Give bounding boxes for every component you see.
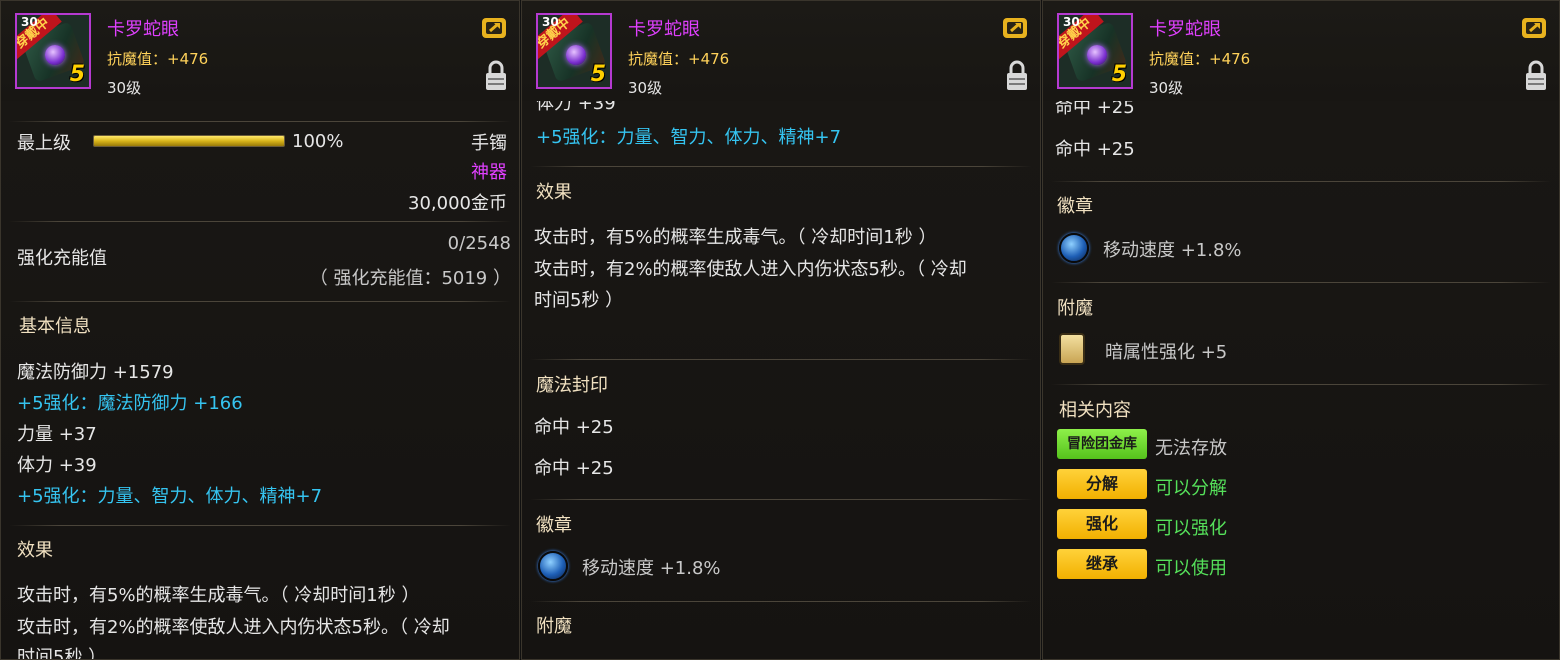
stat-line: +5强化：魔法防御力 +166 bbox=[17, 393, 243, 414]
rarity: 神器 bbox=[471, 162, 507, 183]
lock-icon[interactable] bbox=[485, 59, 507, 91]
share-icon[interactable] bbox=[1002, 15, 1030, 39]
slot-type: 手镯 bbox=[471, 133, 507, 154]
divider bbox=[1051, 282, 1551, 283]
item-name: 卡罗蛇眼 bbox=[107, 19, 179, 40]
item-main-stat: 抗魔值：+476 bbox=[628, 50, 730, 68]
reinforce-tag: 强化 bbox=[1057, 509, 1147, 539]
item-icon[interactable]: 穿戴中 30 5 bbox=[1057, 13, 1133, 89]
gem-icon bbox=[45, 45, 65, 65]
item-level: 30级 bbox=[107, 79, 142, 97]
inherit-tag: 继承 bbox=[1057, 549, 1147, 579]
stat-line: +5强化：力量、智力、体力、精神+7 bbox=[536, 127, 842, 148]
divider bbox=[530, 166, 1032, 167]
item-level: 30级 bbox=[1149, 79, 1184, 97]
section-title-seal: 魔法封印 bbox=[536, 375, 608, 396]
inherit-status: 可以使用 bbox=[1155, 558, 1227, 579]
lock-icon[interactable] bbox=[1006, 59, 1028, 91]
stat-line: +5强化：力量、智力、体力、精神+7 bbox=[17, 486, 323, 507]
emblem-line: 移动速度 +1.8% bbox=[582, 558, 721, 579]
divider bbox=[530, 601, 1032, 602]
section-title-effect: 效果 bbox=[17, 540, 53, 561]
icon-enhance-level: 5 bbox=[1111, 62, 1127, 87]
item-header: 穿戴中 30 5 卡罗蛇眼 抗魔值：+476 30级 bbox=[1043, 1, 1559, 101]
seal-line: 命中 +25 bbox=[534, 417, 614, 438]
section-title-basic: 基本信息 bbox=[19, 316, 91, 337]
enchant-card-icon bbox=[1059, 333, 1085, 365]
share-icon[interactable] bbox=[481, 15, 509, 39]
divider bbox=[530, 499, 1032, 500]
tooltip-panel-1: 穿戴中 30 5 卡罗蛇眼 抗魔值：+476 30级 最上级 100% 手镯 神… bbox=[0, 0, 520, 660]
effect-line: 攻击时，有2%的概率使敌人进入内伤状态5秒。（ 冷却 bbox=[17, 617, 450, 638]
divider bbox=[1051, 181, 1551, 182]
divider bbox=[1051, 384, 1551, 385]
item-icon[interactable]: 穿戴中 30 5 bbox=[536, 13, 612, 89]
divider bbox=[9, 301, 511, 302]
adventure-vault-tag: 冒险团金库 bbox=[1057, 429, 1147, 459]
effect-line: 攻击时，有5%的概率生成毒气。（ 冷却时间1秒 ） bbox=[534, 227, 937, 248]
emblem-orb-icon bbox=[1059, 233, 1089, 263]
item-icon[interactable]: 穿戴中 30 5 bbox=[15, 13, 91, 89]
item-name: 卡罗蛇眼 bbox=[1149, 19, 1221, 40]
grade-percent: 100% bbox=[292, 131, 344, 152]
icon-corner-number: 30 bbox=[542, 15, 559, 29]
section-title-effect: 效果 bbox=[536, 182, 572, 203]
reinforce-status: 可以强化 bbox=[1155, 518, 1227, 539]
adventure-vault-status: 无法存放 bbox=[1155, 438, 1227, 459]
tooltip-panel-3: 穿戴中 30 5 卡罗蛇眼 抗魔值：+476 30级 命中 +25 命中 +25… bbox=[1042, 0, 1560, 660]
section-title-emblem: 徽章 bbox=[536, 515, 572, 536]
share-icon[interactable] bbox=[1521, 15, 1549, 39]
gem-icon bbox=[1087, 45, 1107, 65]
enchant-line: 暗属性强化 +5 bbox=[1105, 342, 1228, 363]
section-title-enchant: 附魔 bbox=[536, 616, 572, 637]
divider bbox=[530, 359, 1032, 360]
grade-label: 最上级 bbox=[17, 133, 71, 154]
divider bbox=[9, 121, 511, 122]
emblem-orb-icon bbox=[538, 551, 568, 581]
item-name: 卡罗蛇眼 bbox=[628, 19, 700, 40]
item-main-stat: 抗魔值：+476 bbox=[1149, 50, 1251, 68]
section-title-related: 相关内容 bbox=[1059, 400, 1131, 421]
price: 30,000金币 bbox=[408, 193, 507, 214]
item-main-stat: 抗魔值：+476 bbox=[107, 50, 209, 68]
section-title-enchant: 附魔 bbox=[1057, 298, 1093, 319]
divider bbox=[9, 221, 511, 222]
stat-line: 魔法防御力 +1579 bbox=[17, 362, 174, 383]
disassemble-tag: 分解 bbox=[1057, 469, 1147, 499]
stat-line: 体力 +39 bbox=[17, 455, 97, 476]
icon-enhance-level: 5 bbox=[590, 62, 606, 87]
effect-line: 攻击时，有2%的概率使敌人进入内伤状态5秒。（ 冷却 bbox=[534, 259, 967, 280]
seal-line: 命中 +25 bbox=[1055, 139, 1135, 160]
emblem-line: 移动速度 +1.8% bbox=[1103, 240, 1242, 261]
effect-line: 时间5秒 ） bbox=[17, 647, 107, 660]
icon-enhance-level: 5 bbox=[69, 62, 85, 87]
grade-progress-bar bbox=[93, 135, 285, 147]
charge-value: 0/2548 bbox=[447, 233, 511, 254]
item-header: 穿戴中 30 5 卡罗蛇眼 抗魔值：+476 30级 bbox=[1, 1, 519, 101]
disassemble-status: 可以分解 bbox=[1155, 478, 1227, 499]
effect-line: 时间5秒 ） bbox=[534, 290, 624, 311]
lock-icon[interactable] bbox=[1525, 59, 1547, 91]
seal-line: 命中 +25 bbox=[534, 458, 614, 479]
stat-line: 力量 +37 bbox=[17, 424, 97, 445]
charge-note: （ 强化充能值：5019 ） bbox=[309, 268, 511, 289]
effect-line: 攻击时，有5%的概率生成毒气。（ 冷却时间1秒 ） bbox=[17, 585, 420, 606]
section-title-emblem: 徽章 bbox=[1057, 196, 1093, 217]
icon-corner-number: 30 bbox=[21, 15, 38, 29]
gem-icon bbox=[566, 45, 586, 65]
charge-label: 强化充能值 bbox=[17, 248, 107, 269]
item-level: 30级 bbox=[628, 79, 663, 97]
tooltip-panel-2: 穿戴中 30 5 卡罗蛇眼 抗魔值：+476 30级 体力 +39 +5强化：力… bbox=[521, 0, 1041, 660]
item-header: 穿戴中 30 5 卡罗蛇眼 抗魔值：+476 30级 bbox=[522, 1, 1040, 101]
divider bbox=[9, 525, 511, 526]
icon-corner-number: 30 bbox=[1063, 15, 1080, 29]
